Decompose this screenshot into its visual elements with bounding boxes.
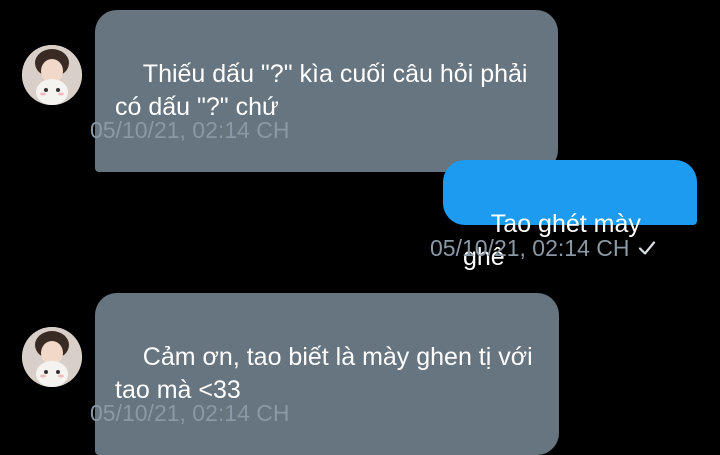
message-timestamp: 05/10/21, 02:14 CH bbox=[430, 234, 657, 264]
message-text: Thiếu dấu "?" kìa cuối câu hỏi phải có d… bbox=[115, 60, 535, 121]
avatar[interactable] bbox=[22, 327, 82, 387]
message-bubble[interactable]: Thiếu dấu "?" kìa cuối câu hỏi phải có d… bbox=[95, 10, 558, 172]
message-bubble[interactable]: Tao ghét mày ghê bbox=[443, 160, 697, 271]
avatar-icon bbox=[22, 45, 82, 105]
message-timestamp: 05/10/21, 02:14 CH bbox=[90, 400, 290, 426]
avatar[interactable] bbox=[22, 45, 82, 105]
check-icon bbox=[637, 236, 657, 264]
message-text: Cảm ơn, tao biết là mày ghen tị với tao … bbox=[115, 343, 540, 404]
avatar-icon bbox=[22, 327, 82, 387]
message-timestamp: 05/10/21, 02:14 CH bbox=[90, 117, 290, 143]
message-bubble[interactable]: Cảm ơn, tao biết là mày ghen tị với tao … bbox=[95, 293, 559, 455]
